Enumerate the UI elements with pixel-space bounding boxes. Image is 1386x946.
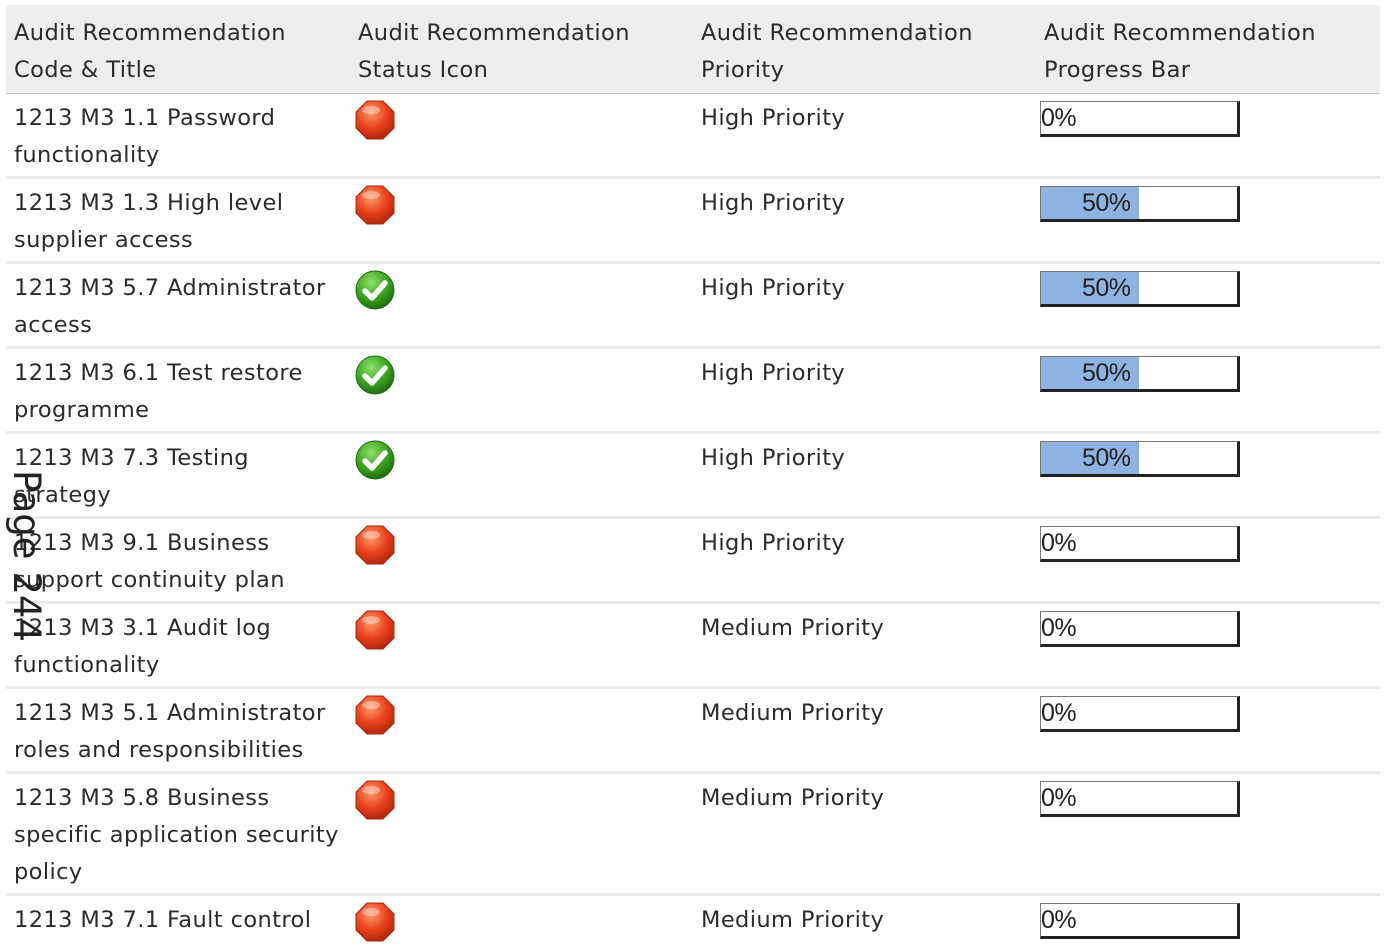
status-cell bbox=[350, 432, 693, 519]
table-row: 1213 M3 3.1 Audit log functionality Mediu… bbox=[6, 602, 1380, 689]
table-row: 1213 M3 9.1 Business support continuity … bbox=[6, 517, 1380, 604]
red-octagon-icon bbox=[355, 694, 685, 736]
header-priority[interactable]: Audit Recommendation Priority bbox=[693, 5, 1036, 94]
progress-bar: 0% bbox=[1040, 903, 1240, 939]
status-cell bbox=[350, 347, 693, 434]
progress-cell: 0% bbox=[1036, 93, 1380, 179]
red-octagon-icon bbox=[355, 524, 685, 566]
progress-bar: 0% bbox=[1040, 611, 1240, 647]
recommendation-code-title: 1213 M3 1.3 High level supplier access bbox=[6, 177, 350, 264]
progress-bar: 50% bbox=[1040, 356, 1240, 392]
progress-label: 50% bbox=[1082, 444, 1131, 472]
progress-bar: 50% bbox=[1040, 186, 1240, 222]
progress-label: 50% bbox=[1082, 274, 1131, 302]
recommendation-code-title: 1213 M3 3.1 Audit log functionality bbox=[6, 602, 350, 689]
priority-cell: High Priority bbox=[693, 93, 1036, 179]
progress-cell: 0% bbox=[1036, 602, 1380, 689]
priority-cell: High Priority bbox=[693, 432, 1036, 519]
recommendation-code-title: 1213 M3 6.1 Test restore programme bbox=[6, 347, 350, 434]
recommendation-code-title: 1213 M3 5.1 Administrator roles and resp… bbox=[6, 687, 350, 774]
audit-recommendations-table: Audit Recommendation Code & Title Audit … bbox=[6, 5, 1380, 946]
progress-label: 0% bbox=[1041, 614, 1077, 642]
progress-label: 0% bbox=[1041, 699, 1077, 727]
status-cell bbox=[350, 687, 693, 774]
progress-bar: 0% bbox=[1040, 696, 1240, 732]
progress-cell: 50% bbox=[1036, 347, 1380, 434]
status-cell bbox=[350, 177, 693, 264]
header-code-title[interactable]: Audit Recommendation Code & Title bbox=[6, 5, 350, 94]
progress-cell: 0% bbox=[1036, 687, 1380, 774]
progress-cell: 0% bbox=[1036, 517, 1380, 604]
progress-bar: 0% bbox=[1040, 526, 1240, 562]
table-row: 1213 M3 6.1 Test restore programme High P… bbox=[6, 347, 1380, 434]
priority-cell: Medium Priority bbox=[693, 894, 1036, 946]
status-cell bbox=[350, 602, 693, 689]
progress-label: 50% bbox=[1082, 189, 1131, 217]
header-status-icon[interactable]: Audit Recommendation Status Icon bbox=[350, 5, 693, 94]
priority-cell: High Priority bbox=[693, 177, 1036, 264]
table-row: 1213 M3 7.1 Fault control Medium Priority… bbox=[6, 894, 1380, 946]
red-octagon-icon bbox=[355, 901, 685, 943]
progress-label: 50% bbox=[1082, 359, 1131, 387]
table-row: 1213 M3 1.3 High level supplier access Hi… bbox=[6, 177, 1380, 264]
progress-label: 0% bbox=[1041, 104, 1077, 132]
status-cell bbox=[350, 93, 693, 179]
recommendation-code-title: 1213 M3 9.1 Business support continuity … bbox=[6, 517, 350, 604]
priority-cell: High Priority bbox=[693, 517, 1036, 604]
progress-label: 0% bbox=[1041, 529, 1077, 557]
red-octagon-icon bbox=[355, 609, 685, 651]
status-cell bbox=[350, 894, 693, 946]
red-octagon-icon bbox=[355, 184, 685, 226]
progress-label: 0% bbox=[1041, 906, 1077, 934]
red-octagon-icon bbox=[355, 99, 685, 141]
recommendation-code-title: 1213 M3 5.8 Business specific applicatio… bbox=[6, 772, 350, 896]
priority-cell: High Priority bbox=[693, 347, 1036, 434]
progress-bar: 50% bbox=[1040, 441, 1240, 477]
table-body: 1213 M3 1.1 Password functionality High P… bbox=[6, 93, 1380, 946]
header-row: Audit Recommendation Code & Title Audit … bbox=[6, 5, 1380, 94]
table-row: 1213 M3 5.7 Administrator access High Pri… bbox=[6, 262, 1380, 349]
table-row: 1213 M3 5.8 Business specific applicatio… bbox=[6, 772, 1380, 896]
red-octagon-icon bbox=[355, 779, 685, 821]
status-cell bbox=[350, 772, 693, 896]
progress-cell: 0% bbox=[1036, 772, 1380, 896]
priority-cell: Medium Priority bbox=[693, 687, 1036, 774]
header-progress-bar[interactable]: Audit Recommendation Progress Bar bbox=[1036, 5, 1380, 94]
progress-cell: 50% bbox=[1036, 262, 1380, 349]
progress-bar: 50% bbox=[1040, 271, 1240, 307]
progress-cell: 50% bbox=[1036, 177, 1380, 264]
table-row: 1213 M3 7.3 Testing strategy High Priorit… bbox=[6, 432, 1380, 519]
recommendation-code-title: 1213 M3 5.7 Administrator access bbox=[6, 262, 350, 349]
table-row: 1213 M3 1.1 Password functionality High P… bbox=[6, 93, 1380, 179]
status-cell bbox=[350, 262, 693, 349]
green-check-icon bbox=[355, 269, 685, 311]
recommendation-code-title: 1213 M3 1.1 Password functionality bbox=[6, 93, 350, 179]
progress-bar: 0% bbox=[1040, 101, 1240, 137]
recommendation-code-title: 1213 M3 7.3 Testing strategy bbox=[6, 432, 350, 519]
table-row: 1213 M3 5.1 Administrator roles and resp… bbox=[6, 687, 1380, 774]
green-check-icon bbox=[355, 439, 685, 481]
recommendation-code-title: 1213 M3 7.1 Fault control bbox=[6, 894, 350, 946]
priority-cell: High Priority bbox=[693, 262, 1036, 349]
status-cell bbox=[350, 517, 693, 604]
progress-cell: 50% bbox=[1036, 432, 1380, 519]
progress-label: 0% bbox=[1041, 784, 1077, 812]
priority-cell: Medium Priority bbox=[693, 772, 1036, 896]
progress-cell: 0% bbox=[1036, 894, 1380, 946]
priority-cell: Medium Priority bbox=[693, 602, 1036, 689]
progress-bar: 0% bbox=[1040, 781, 1240, 817]
green-check-icon bbox=[355, 354, 685, 396]
